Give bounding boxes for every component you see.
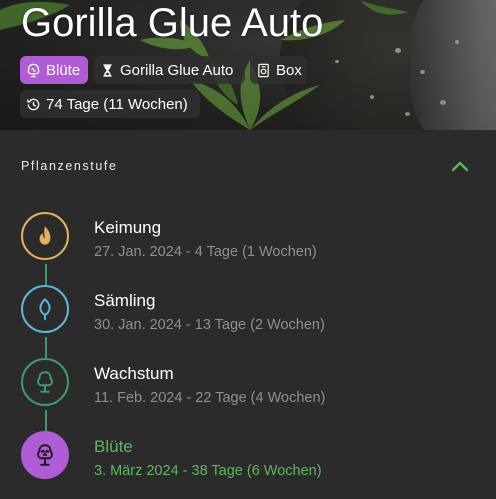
stage-row-germination[interactable]: Keimung 27. Jan. 2024 - 4 Tage (1 Wochen…: [0, 212, 496, 268]
stage-row-seedling[interactable]: Sämling 30. Jan. 2024 - 13 Tage (2 Woche…: [0, 285, 496, 341]
location-chip-label: Box: [276, 61, 302, 79]
stage-icon-circle: [21, 212, 69, 260]
age-chip-label: 74 Tage (11 Wochen): [46, 95, 188, 113]
stage-chip[interactable]: Blüte: [20, 56, 88, 84]
flowering-tree-icon: [27, 63, 40, 77]
stage-icon-circle: [21, 431, 69, 479]
stage-detail: 3. März 2024 - 38 Tage (6 Wochen): [94, 463, 322, 479]
stage-detail: 30. Jan. 2024 - 13 Tage (2 Wochen): [94, 317, 325, 333]
stage-name: Keimung: [94, 218, 162, 237]
flowering-tree-icon: [37, 444, 53, 466]
plant-stage-section: Pflanzenstufe Keimung 27. Jan. 2024 - 4 …: [0, 130, 496, 499]
chevron-up-icon: [451, 161, 469, 172]
flame-sprout-icon: [39, 226, 51, 245]
stage-name: Sämling: [94, 291, 156, 310]
collapse-button[interactable]: [448, 154, 472, 178]
section-title: Pflanzenstufe: [21, 159, 118, 173]
stage-chip-label: Blüte: [46, 61, 81, 79]
strain-chip-label: Gorilla Glue Auto: [120, 61, 234, 79]
history-icon: [27, 98, 40, 110]
strain-chip[interactable]: Gorilla Glue Auto: [94, 56, 245, 84]
seedling-leaf-icon: [39, 298, 51, 321]
stage-row-vegetative[interactable]: Wachstum 11. Feb. 2024 - 22 Tage (4 Woch…: [0, 358, 496, 414]
stage-detail: 11. Feb. 2024 - 22 Tage (4 Wochen): [94, 390, 326, 406]
grow-box-icon: [258, 63, 269, 77]
tree-icon: [37, 371, 53, 393]
stage-detail: 27. Jan. 2024 - 4 Tage (1 Wochen): [94, 244, 317, 260]
hourglass-icon: [103, 63, 112, 77]
stage-icon-circle: [21, 285, 69, 333]
stage-name: Wachstum: [94, 364, 174, 383]
age-chip[interactable]: 74 Tage (11 Wochen): [20, 90, 200, 118]
stage-name: Blüte: [94, 437, 133, 456]
plant-title: Gorilla Glue Auto: [21, 1, 324, 45]
stage-row-flowering[interactable]: Blüte 3. März 2024 - 38 Tage (6 Wochen): [0, 431, 496, 487]
location-chip[interactable]: Box: [250, 56, 307, 84]
stage-icon-circle: [21, 358, 69, 406]
